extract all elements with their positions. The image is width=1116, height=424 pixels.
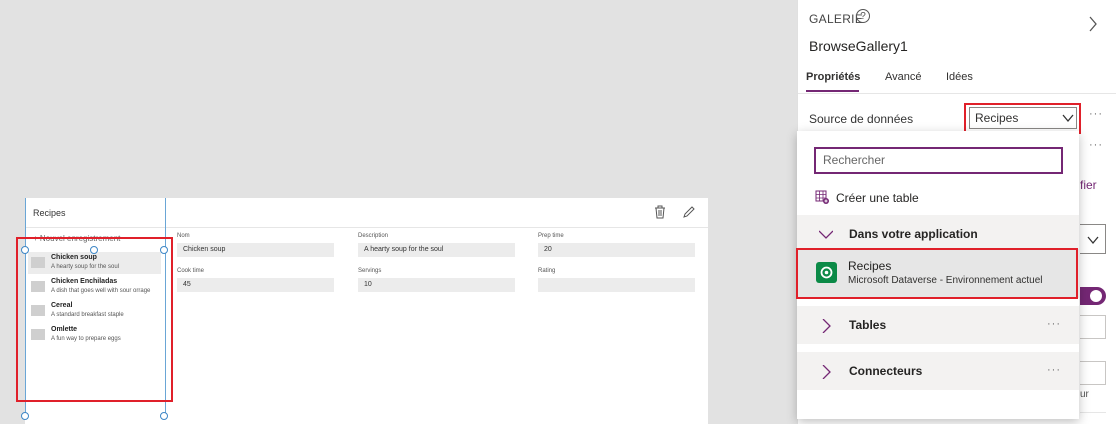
field-label-servings: Servings — [358, 268, 382, 274]
section-label: Connecteurs — [849, 364, 923, 378]
edit-icon[interactable] — [682, 205, 696, 219]
toggle-knob — [1090, 290, 1102, 302]
section-connectors[interactable]: Connecteurs ··· — [797, 352, 1079, 390]
chevron-right-icon — [822, 365, 831, 379]
control-kind: GALERIE — [809, 12, 864, 26]
field-label-description: Description — [358, 233, 389, 239]
number-field[interactable] — [1080, 361, 1106, 385]
tabs-divider — [798, 93, 1116, 94]
highlight-recipes-option — [796, 248, 1078, 299]
table-add-icon — [815, 190, 829, 204]
more-options-icon[interactable]: ··· — [1089, 139, 1103, 151]
chevron-down-icon — [1087, 236, 1099, 245]
more-options-icon[interactable]: ··· — [1047, 364, 1061, 376]
field-label-rating: Rating — [538, 268, 556, 274]
create-table-button[interactable]: Créer une table — [836, 191, 919, 205]
search-input[interactable]: Rechercher — [814, 147, 1063, 174]
field-nom[interactable]: Chicken soup — [177, 243, 334, 257]
tab-properties[interactable]: Propriétés — [806, 71, 860, 83]
section-tables[interactable]: Tables ··· — [797, 306, 1079, 344]
divider — [1080, 412, 1106, 413]
control-name: BrowseGallery1 — [809, 38, 908, 54]
resize-handle[interactable] — [160, 412, 168, 420]
toggle-switch[interactable] — [1080, 287, 1106, 305]
chevron-down-icon — [819, 230, 833, 239]
number-field[interactable] — [1080, 315, 1106, 339]
chevron-right-icon — [822, 319, 831, 333]
chevron-right-icon[interactable] — [1088, 16, 1098, 32]
field-servings[interactable]: 10 — [358, 278, 515, 292]
delete-icon[interactable] — [654, 205, 666, 219]
resize-handle[interactable] — [21, 412, 29, 420]
edit-fields-link[interactable]: fier — [1080, 178, 1097, 192]
section-label: Tables — [849, 318, 887, 332]
highlight-data-source — [964, 103, 1081, 134]
highlight-gallery — [16, 237, 173, 402]
field-prep-time[interactable]: 20 — [538, 243, 695, 257]
active-tab-indicator — [806, 90, 859, 92]
field-rating[interactable] — [538, 278, 695, 292]
field-label-nom: Nom — [177, 233, 190, 239]
partial-label: ur — [1080, 389, 1089, 400]
field-label-cook-time: Cook time — [177, 268, 205, 274]
help-icon[interactable]: ? — [856, 9, 870, 23]
tab-advanced[interactable]: Avancé — [885, 71, 922, 83]
field-label-prep-time: Prep time — [538, 233, 564, 239]
field-description[interactable]: A hearty soup for the soul — [358, 243, 515, 257]
section-label: Dans votre application — [849, 227, 978, 241]
more-options-icon[interactable]: ··· — [1089, 108, 1103, 120]
layout-dropdown[interactable] — [1080, 224, 1106, 254]
data-source-label: Source de données — [809, 112, 914, 126]
more-options-icon[interactable]: ··· — [1047, 318, 1061, 330]
tab-ideas[interactable]: Idées — [946, 71, 973, 83]
field-cook-time[interactable]: 45 — [177, 278, 334, 292]
